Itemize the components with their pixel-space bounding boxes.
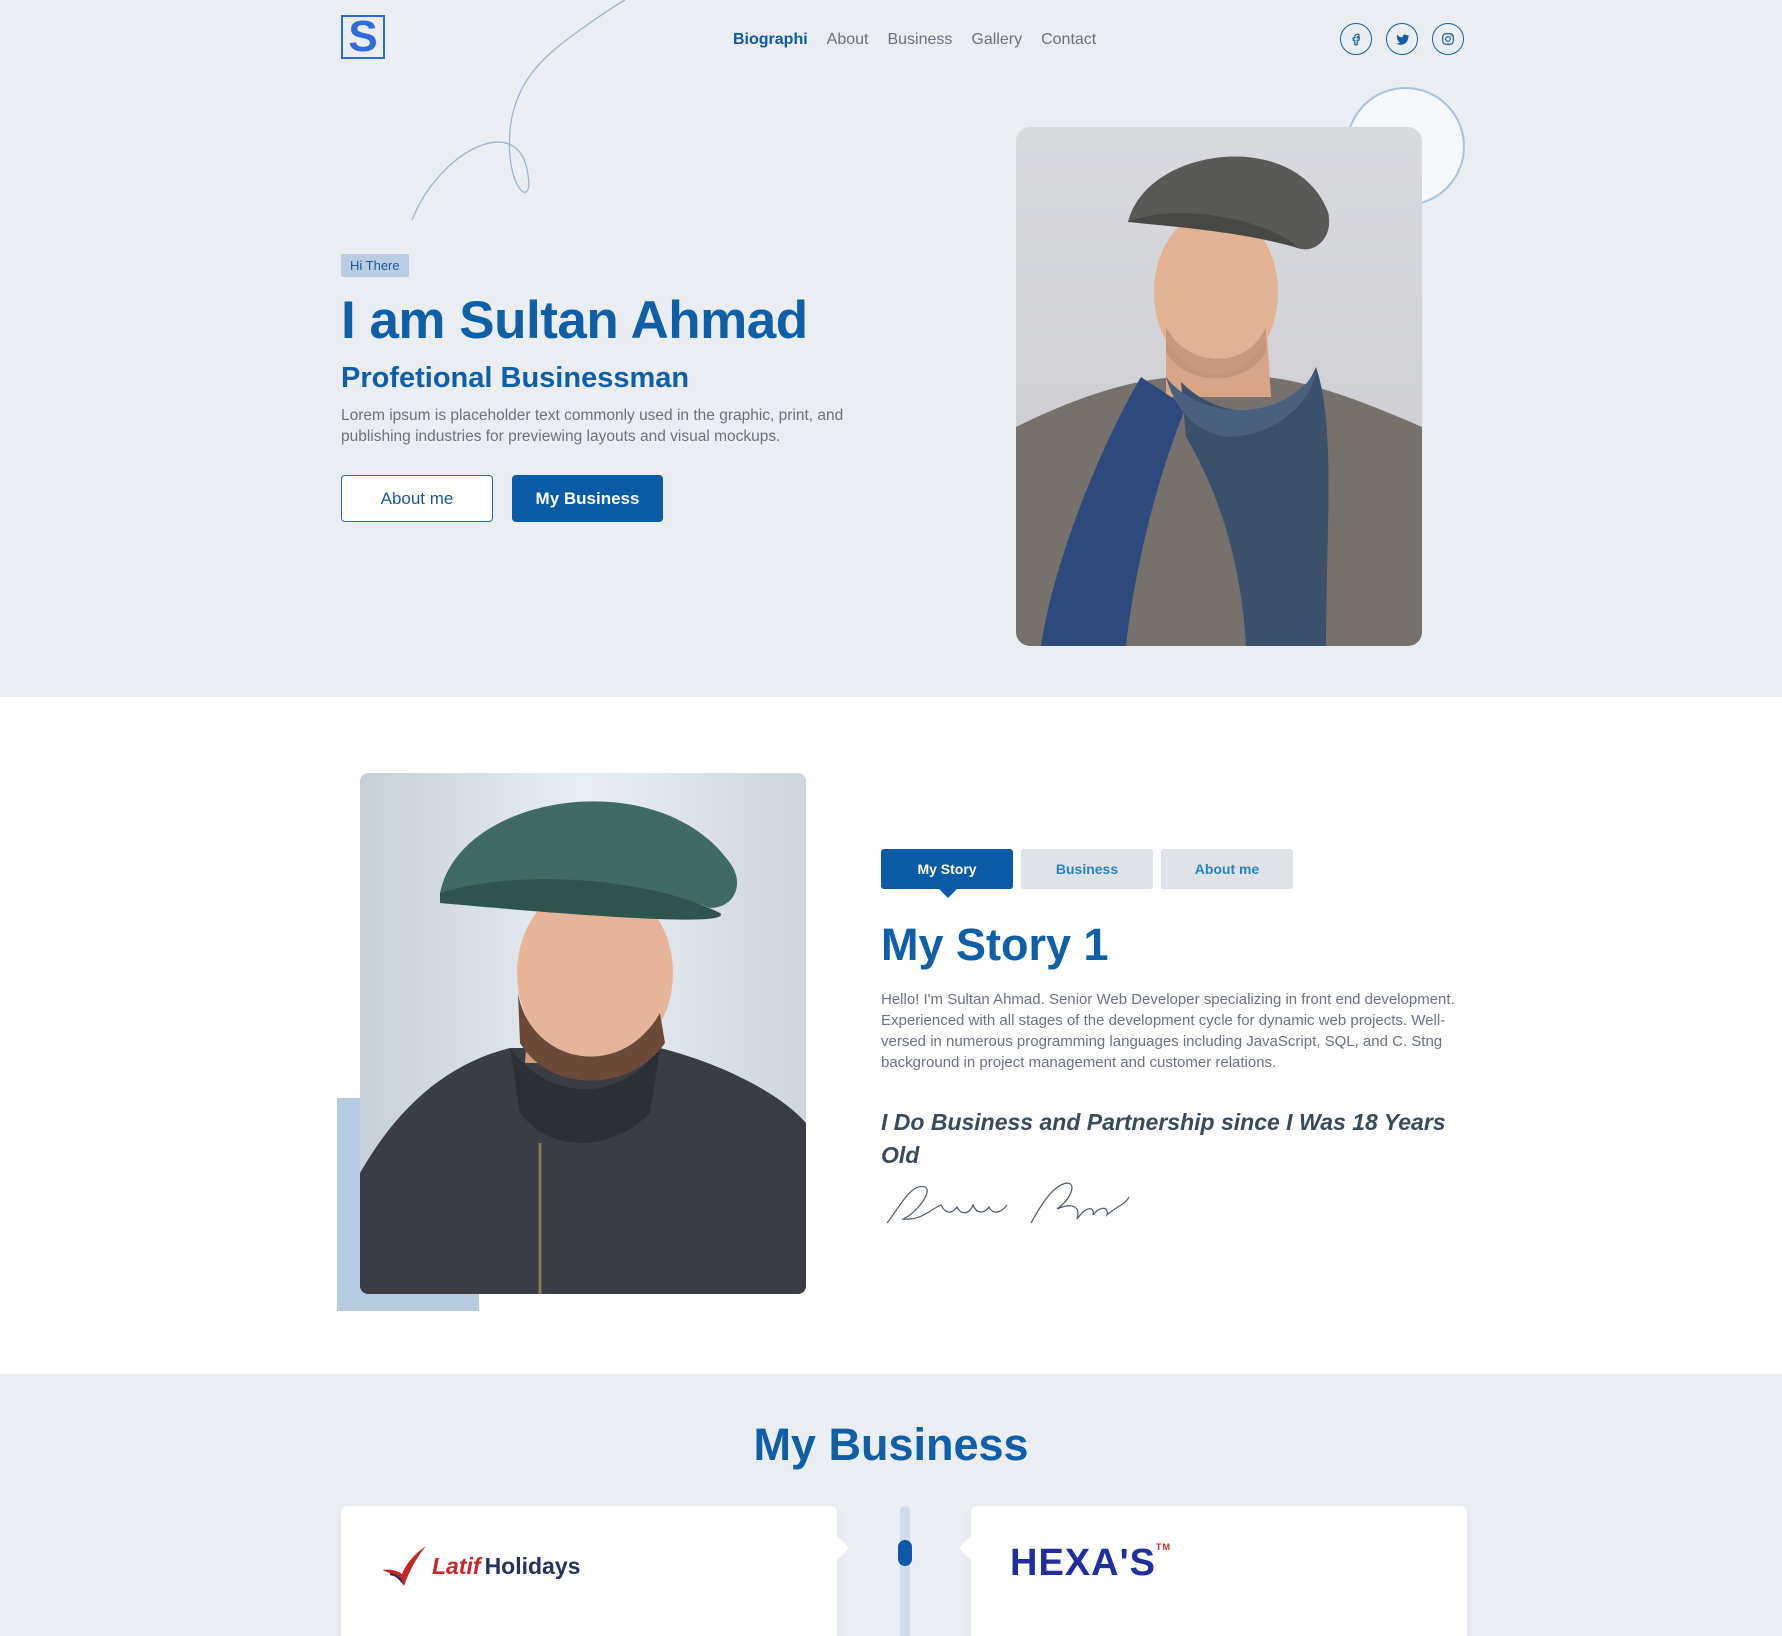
business-card-hexas[interactable]: HEXA'STM bbox=[959, 1506, 1467, 1636]
business-section: My Business Latif Holidays HEXA'STM bbox=[0, 1374, 1782, 1636]
hero-title: I am Sultan Ahmad bbox=[341, 291, 808, 350]
main-nav: Biographi About Business Gallery Contact bbox=[733, 31, 1096, 49]
hero-portrait-photo bbox=[1016, 127, 1422, 646]
nav-biographi[interactable]: Biographi bbox=[733, 31, 808, 49]
my-business-button[interactable]: My Business bbox=[512, 475, 663, 522]
tab-my-story[interactable]: My Story bbox=[881, 849, 1013, 898]
business-title: My Business bbox=[753, 1419, 1029, 1470]
plane-icon bbox=[382, 1546, 426, 1586]
instagram-link[interactable] bbox=[1432, 23, 1464, 55]
holidays-text: Holidays bbox=[484, 1552, 581, 1579]
hi-there-badge: Hi There bbox=[341, 254, 409, 277]
social-links bbox=[1340, 23, 1464, 55]
timeline-marker bbox=[898, 1540, 912, 1566]
about-me-button[interactable]: About me bbox=[341, 475, 493, 522]
tab-about-me[interactable]: About me bbox=[1161, 849, 1293, 889]
nav-gallery[interactable]: Gallery bbox=[971, 31, 1022, 49]
timeline-track bbox=[900, 1506, 910, 1636]
story-quote: I Do Business and Partnership since I Wa… bbox=[881, 1109, 1446, 1168]
hero-section: S Biographi About Business Gallery Conta… bbox=[0, 0, 1782, 697]
story-text: Hello! I'm Sultan Ahmad. Senior Web Deve… bbox=[881, 991, 1455, 1071]
nav-contact[interactable]: Contact bbox=[1041, 31, 1096, 49]
story-portrait-photo bbox=[360, 773, 806, 1294]
hero-description: Lorem ipsum is placeholder text commonly… bbox=[341, 407, 844, 445]
twitter-icon bbox=[1395, 34, 1410, 45]
signature-image bbox=[886, 1182, 1130, 1224]
tab-business[interactable]: Business bbox=[1021, 849, 1153, 889]
nav-about[interactable]: About bbox=[827, 31, 869, 49]
twitter-link[interactable] bbox=[1386, 23, 1418, 55]
site-logo[interactable]: S bbox=[341, 15, 385, 59]
hexas-logo: HEXA'STM bbox=[1010, 1542, 1171, 1584]
hero-subtitle: Profetional Businessman bbox=[341, 362, 690, 394]
story-title: My Story 1 bbox=[881, 919, 1109, 970]
story-tabs: My Story Business About me bbox=[881, 849, 1293, 898]
latif-text: Latif bbox=[432, 1552, 481, 1579]
facebook-link[interactable] bbox=[1340, 23, 1372, 55]
business-card-latif[interactable]: Latif Holidays bbox=[341, 1506, 849, 1636]
instagram-icon bbox=[1442, 33, 1454, 45]
nav-business[interactable]: Business bbox=[887, 31, 952, 49]
facebook-icon bbox=[1352, 33, 1361, 46]
story-section: My Story Business About me My Story 1 He… bbox=[0, 697, 1782, 1374]
latif-holidays-logo: Latif Holidays bbox=[380, 1544, 580, 1588]
